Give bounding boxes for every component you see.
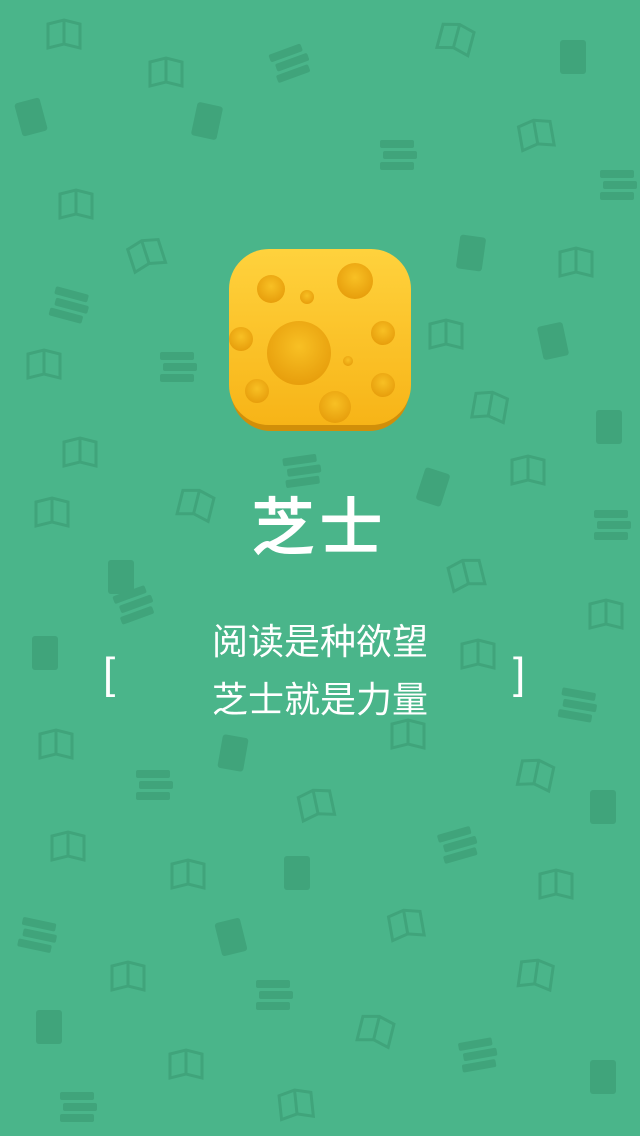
book-pattern-background <box>14 18 637 1122</box>
app-name: 芝士 <box>251 491 388 564</box>
cheese-icon <box>229 249 411 431</box>
splash-screen: 芝士 [ 阅读是种欲望 芝士就是力量 ] <box>0 0 640 1136</box>
slogan-line-2: 芝士就是力量 <box>211 680 428 721</box>
slogan-line-1: 阅读是种欲望 <box>211 622 428 663</box>
slogan: 阅读是种欲望 芝士就是力量 <box>0 614 640 730</box>
slogan-bracket-close: ] <box>513 649 526 698</box>
